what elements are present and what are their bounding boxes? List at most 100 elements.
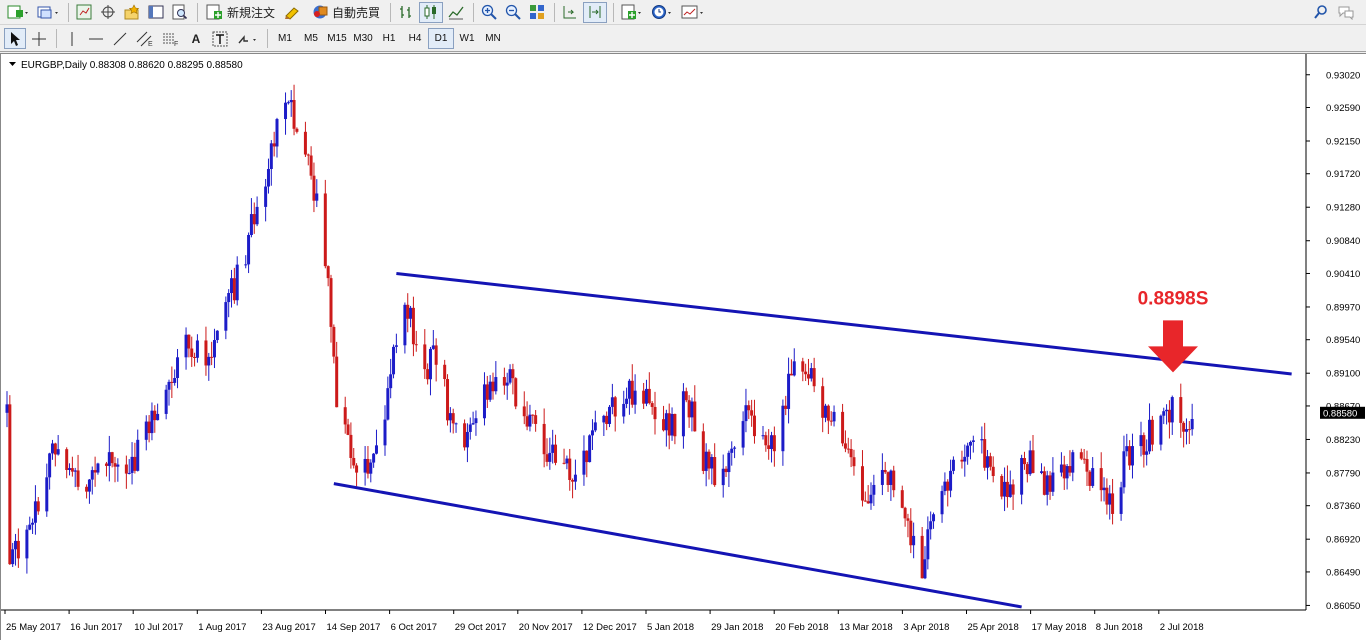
candlestick-button[interactable]: [419, 1, 444, 23]
candle-body: [369, 462, 373, 474]
descending-channel[interactable]: [333, 271, 1292, 609]
search-button[interactable]: [1310, 2, 1332, 23]
candle-body: [349, 434, 353, 458]
chart-menu-triangle-icon[interactable]: [9, 62, 16, 66]
timeframe-m5[interactable]: M5: [298, 28, 324, 49]
candle-body: [1065, 466, 1069, 479]
timeframe-m1[interactable]: M1: [272, 28, 298, 49]
clock-icon: [652, 5, 672, 19]
candle-body: [36, 501, 40, 512]
horizontal-line-tool[interactable]: [85, 28, 107, 49]
profiles-button[interactable]: [34, 2, 62, 23]
metaeditor-button[interactable]: [281, 2, 305, 23]
candle-body: [804, 371, 808, 375]
line-chart-button[interactable]: [445, 2, 467, 23]
equidistant-channel-tool[interactable]: E: [133, 28, 157, 49]
candle-body: [1028, 450, 1032, 475]
candle-body: [1170, 397, 1174, 423]
candle-body: [1182, 422, 1186, 432]
candle-body: [983, 439, 987, 468]
navigator-button[interactable]: [121, 2, 143, 23]
timeframe-m30[interactable]: M30: [350, 28, 376, 49]
candle-body: [1025, 464, 1029, 475]
timeframe-mn[interactable]: MN: [480, 28, 506, 49]
candle-body: [1059, 464, 1063, 473]
terminal-button[interactable]: [145, 2, 167, 23]
candle-body: [468, 424, 472, 432]
candle-body: [326, 266, 330, 279]
crosshair-tool[interactable]: [28, 28, 50, 49]
market-watch-button[interactable]: [73, 2, 95, 23]
candle-body: [943, 481, 947, 492]
text-label-tool[interactable]: [209, 28, 231, 49]
new-chart-button[interactable]: [4, 2, 32, 23]
candle-body: [684, 391, 688, 401]
timeframe-h4[interactable]: H4: [402, 28, 428, 49]
candle-body: [494, 377, 498, 392]
candle-body: [843, 443, 847, 449]
candle-body: [454, 423, 458, 425]
data-window-button[interactable]: [97, 2, 119, 23]
channel-lower-line[interactable]: [333, 482, 1022, 609]
candle-body: [1099, 468, 1103, 491]
candle-body: [1187, 429, 1191, 431]
candle-body: [704, 451, 708, 471]
candle-body: [116, 464, 120, 467]
timeframe-d1[interactable]: D1: [428, 28, 454, 49]
time-tick-label: 1 Aug 2017: [198, 622, 246, 633]
zoom-in-button[interactable]: [478, 2, 500, 23]
candle-body: [329, 278, 333, 327]
autotrading-button[interactable]: 自動売買: [307, 2, 384, 23]
candle-body: [315, 193, 319, 201]
candle-body: [113, 463, 117, 467]
candle-body: [923, 559, 927, 579]
templates-button[interactable]: [678, 2, 708, 23]
candle-body: [590, 430, 594, 436]
timeframe-m15[interactable]: M15: [324, 28, 350, 49]
price-chart[interactable]: 0.8898S 0.93020 0.92590 0.92150 0.91720 0.91…: [1, 54, 1365, 639]
candle-body: [346, 424, 350, 435]
indicators-button[interactable]: [618, 2, 646, 23]
chart-window[interactable]: 0.8898S 0.93020 0.92590 0.92150 0.91720 0.91…: [0, 53, 1366, 640]
fibonacci-tool[interactable]: F: [159, 28, 183, 49]
candle-body: [1003, 481, 1007, 497]
candle-body: [414, 344, 418, 346]
zoom-out-button[interactable]: [502, 2, 524, 23]
candle-body: [534, 415, 538, 424]
candle-body: [1159, 415, 1163, 445]
candle-body: [727, 452, 731, 473]
trendline-tool[interactable]: [109, 28, 131, 49]
candle-body: [949, 470, 953, 491]
chart-shift-button[interactable]: [559, 2, 581, 23]
candle-body: [707, 451, 711, 469]
candle-body: [829, 420, 833, 422]
timeframe-h1[interactable]: H1: [376, 28, 402, 49]
time-axis: 25 May 2017 16 Jun 2017 10 Jul 2017 1 Aug 2…: [1, 609, 1306, 633]
timeframe-w1[interactable]: W1: [454, 28, 480, 49]
new-order-label: 新規注文: [227, 5, 276, 20]
candle-body: [1040, 471, 1044, 473]
chat-button[interactable]: [1334, 2, 1358, 23]
candle-body: [960, 459, 964, 462]
strategy-tester-button[interactable]: [169, 2, 191, 23]
candle-body: [809, 368, 813, 379]
candle-body: [826, 405, 830, 421]
time-tick-label: 8 Jun 2018: [1096, 622, 1143, 633]
price-tick-label: 0.90840: [1326, 236, 1360, 247]
new-order-button[interactable]: 新規注文: [202, 2, 279, 23]
candle-body: [852, 457, 856, 467]
tile-windows-button[interactable]: [526, 2, 548, 23]
text-tool[interactable]: A: [185, 28, 207, 49]
candle-body: [1005, 481, 1009, 498]
bar-chart-button[interactable]: [395, 2, 417, 23]
candle-body: [846, 448, 850, 450]
candle-body: [1145, 451, 1149, 455]
arrows-tool[interactable]: [233, 28, 261, 49]
candle-body: [70, 468, 74, 472]
periods-button[interactable]: [648, 2, 676, 23]
cursor-tool[interactable]: [4, 28, 26, 49]
vertical-line-tool[interactable]: [61, 28, 83, 49]
time-tick-label: 10 Jul 2017: [134, 622, 183, 633]
time-tick-label: 17 May 2018: [1032, 622, 1087, 633]
auto-scroll-button[interactable]: [583, 1, 608, 23]
